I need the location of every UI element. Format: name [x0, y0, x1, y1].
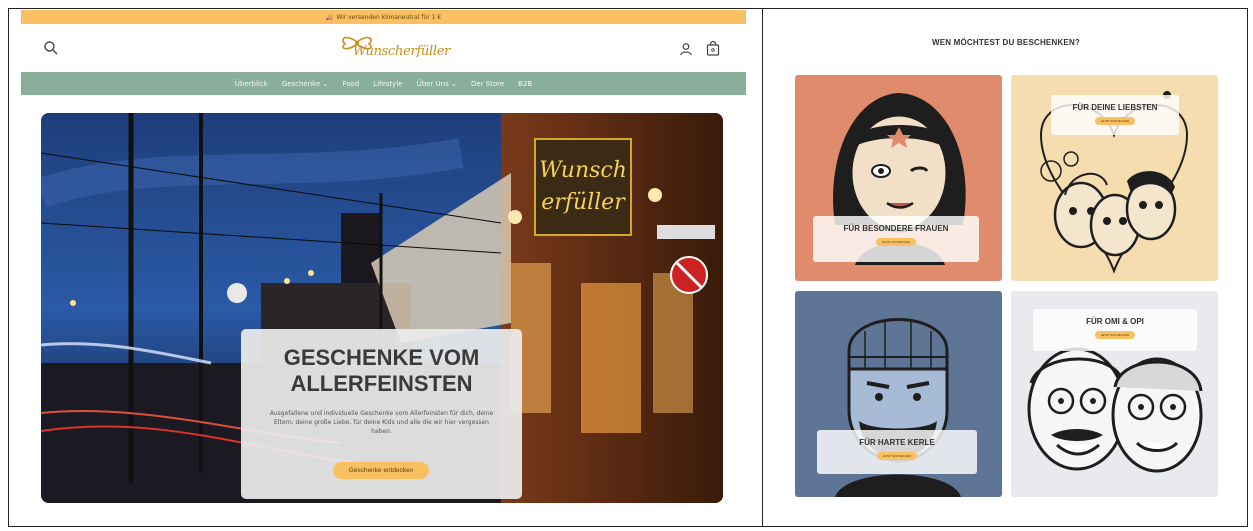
nav-item-overview[interactable]: Überblick — [235, 80, 268, 88]
discover-loved-ones-button[interactable]: JETZT ENTDECKEN — [1095, 117, 1135, 125]
cart-icon — [706, 40, 720, 56]
logo-wordmark: Wunscherfüller — [353, 44, 451, 59]
account-button[interactable] — [679, 41, 693, 56]
nav-item-b2b[interactable]: B2B — [518, 80, 532, 88]
nav-item-food[interactable]: Food — [342, 80, 359, 88]
hero-description: Ausgefallene und individuelle Geschenke … — [269, 410, 494, 435]
tile-title: FÜR HARTE KERLE — [859, 438, 935, 447]
tile-loved-ones[interactable]: FÜR DEINE LIEBSTEN JETZT ENTDECKEN — [1011, 75, 1218, 281]
tile-label: FÜR HARTE KERLE JETZT ENTDECKEN — [817, 430, 977, 474]
search-button[interactable] — [43, 40, 59, 56]
announcement-text: Wir versenden klimaneutral für 1 € — [336, 13, 442, 21]
hero-card: GESCHENKE VOM ALLERFEINSTEN Ausgefallene… — [241, 329, 522, 499]
discover-women-button[interactable]: JETZT ENTDECKEN — [876, 238, 916, 246]
discover-grandparents-button[interactable]: JETZT ENTDECKEN — [1095, 331, 1135, 339]
tile-tough-guys[interactable]: FÜR HARTE KERLE JETZT ENTDECKEN — [795, 291, 1002, 497]
discover-men-button[interactable]: JETZT ENTDECKEN — [877, 452, 917, 460]
tile-label: FÜR BESONDERE FRAUEN JETZT ENTDECKEN — [813, 216, 979, 262]
account-icon — [680, 43, 692, 56]
shop-sign-line2: erfüller — [541, 190, 626, 215]
tile-label: FÜR OMI & OPI JETZT ENTDECKEN — [1033, 309, 1197, 351]
main-navigation: Überblick Geschenke ⌄ Food Lifestyle Übe… — [21, 72, 746, 95]
discover-gifts-button[interactable]: Geschenke entdecken — [333, 462, 429, 479]
tile-grandparents[interactable]: FÜR OMI & OPI JETZT ENTDECKEN — [1011, 291, 1218, 497]
hero-banner: Wunsch erfüller GESCHENKE VOM ALLERFEINS… — [41, 113, 723, 503]
site-logo[interactable]: Wunscherfüller — [333, 32, 450, 66]
cart-button[interactable] — [705, 40, 721, 56]
tile-title: FÜR DEINE LIEBSTEN — [1072, 103, 1158, 112]
tile-label: FÜR DEINE LIEBSTEN JETZT ENTDECKEN — [1051, 95, 1179, 135]
section-heading: WEN MÖCHTEST DU BESCHENKEN? — [931, 38, 1081, 47]
nav-item-store[interactable]: Der Store — [471, 80, 504, 88]
nav-item-lifestyle[interactable]: Lifestyle — [373, 80, 402, 88]
truck-icon: 🚚 — [325, 13, 334, 21]
tile-special-women[interactable]: FÜR BESONDERE FRAUEN JETZT ENTDECKEN — [795, 75, 1002, 281]
site-header: Wunscherfüller — [21, 24, 746, 72]
column-divider — [762, 8, 763, 527]
search-icon — [44, 41, 58, 55]
hero-title: GESCHENKE VOM ALLERFEINSTEN — [283, 345, 480, 396]
nav-item-gifts[interactable]: Geschenke ⌄ — [282, 80, 329, 88]
tile-title: FÜR BESONDERE FRAUEN — [843, 224, 949, 233]
announcement-bar: 🚚 Wir versenden klimaneutral für 1 € — [21, 10, 746, 24]
shop-sign-line1: Wunsch — [539, 158, 627, 183]
tile-title: FÜR OMI & OPI — [1086, 317, 1144, 326]
nav-item-about[interactable]: Über Uns ⌄ — [417, 80, 457, 88]
